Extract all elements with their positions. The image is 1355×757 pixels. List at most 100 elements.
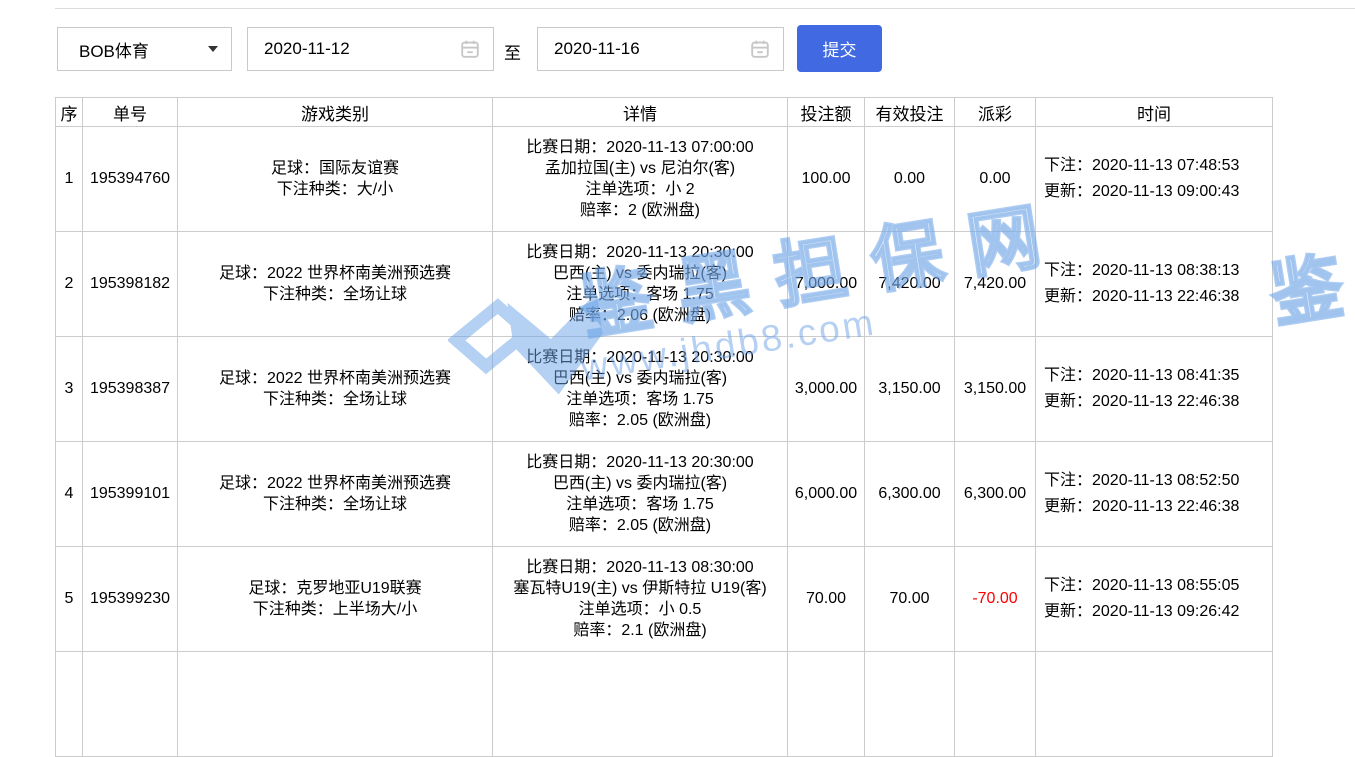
bet-amount: 3,000.00: [788, 337, 865, 442]
bet-details: 比赛日期：2020-11-13 20:30:00 巴西(主) vs 委内瑞拉(客…: [493, 337, 788, 442]
table-row: 2 195398182 足球：2022 世界杯南美洲预选赛 下注种类：全场让球 …: [56, 232, 1273, 337]
payout: 3,150.00: [955, 337, 1036, 442]
time-line: 下注：2020-11-13 08:41:35: [1044, 363, 1272, 389]
detail-line: 比赛日期：2020-11-13 20:30:00: [493, 452, 787, 473]
table-header-row: 序 单号 游戏类别 详情 投注额 有效投注 派彩 时间: [56, 98, 1273, 127]
order-number: 195399101: [83, 442, 178, 547]
game-category: 足球：克罗地亚U19联赛 下注种类：上半场大/小: [178, 547, 493, 652]
game-category: 足球：国际友谊赛 下注种类：大/小: [178, 127, 493, 232]
category-line: 下注种类：全场让球: [178, 284, 492, 305]
detail-line: 比赛日期：2020-11-13 20:30:00: [493, 347, 787, 368]
game-category: 足球：2022 世界杯南美洲预选赛 下注种类：全场让球: [178, 337, 493, 442]
table-row: 1 195394760 足球：国际友谊赛 下注种类：大/小 比赛日期：2020-…: [56, 127, 1273, 232]
category-line: 下注种类：大/小: [178, 179, 492, 200]
order-number: 195398182: [83, 232, 178, 337]
payout: [955, 652, 1036, 757]
detail-line: 比赛日期：2020-11-13 08:30:00: [493, 557, 787, 578]
chevron-down-icon: [208, 46, 218, 52]
bet-details: 比赛日期：2020-11-13 08:30:00 塞瓦特U19(主) vs 伊斯…: [493, 547, 788, 652]
payout: 7,420.00: [955, 232, 1036, 337]
bet-time: 下注：2020-11-13 08:55:05 更新：2020-11-13 09:…: [1036, 547, 1273, 652]
detail-line: 塞瓦特U19(主) vs 伊斯特拉 U19(客): [493, 578, 787, 599]
detail-line: 巴西(主) vs 委内瑞拉(客): [493, 473, 787, 494]
header-bet-amount: 投注额: [788, 98, 865, 127]
bet-amount: 6,000.00: [788, 442, 865, 547]
bet-details: 比赛日期：2020-11-13 20:30:00 巴西(主) vs 委内瑞拉(客…: [493, 442, 788, 547]
bet-time: [1036, 652, 1273, 757]
detail-line: 注单选项：客场 1.75: [493, 494, 787, 515]
top-divider: [55, 8, 1355, 9]
table-row: 4 195399101 足球：2022 世界杯南美洲预选赛 下注种类：全场让球 …: [56, 442, 1273, 547]
game-category: 足球：2022 世界杯南美洲预选赛 下注种类：全场让球: [178, 442, 493, 547]
header-time: 时间: [1036, 98, 1273, 127]
time-line: 更新：2020-11-13 22:46:38: [1044, 494, 1272, 520]
row-index: [56, 652, 83, 757]
row-index: 1: [56, 127, 83, 232]
bet-details: 比赛日期：2020-11-13 07:00:00 孟加拉国(主) vs 尼泊尔(…: [493, 127, 788, 232]
game-category: 足球：2022 世界杯南美洲预选赛 下注种类：全场让球: [178, 232, 493, 337]
date-from-input[interactable]: 2020-11-12: [247, 27, 494, 71]
category-line: 下注种类：全场让球: [178, 494, 492, 515]
detail-line: 注单选项：客场 1.75: [493, 389, 787, 410]
detail-line: 注单选项：小 2: [493, 179, 787, 200]
bet-amount: 7,000.00: [788, 232, 865, 337]
header-payout: 派彩: [955, 98, 1036, 127]
valid-bet: 0.00: [865, 127, 955, 232]
table-row: [56, 652, 1273, 757]
header-index: 序: [56, 98, 83, 127]
bet-amount: [788, 652, 865, 757]
header-game-category: 游戏类别: [178, 98, 493, 127]
date-to-input[interactable]: 2020-11-16: [537, 27, 784, 71]
valid-bet: 3,150.00: [865, 337, 955, 442]
calendar-icon: [459, 38, 481, 60]
platform-select[interactable]: BOB体育: [57, 27, 232, 71]
detail-line: 赔率：2.06 (欧洲盘): [493, 305, 787, 326]
detail-line: 巴西(主) vs 委内瑞拉(客): [493, 368, 787, 389]
date-to-value: 2020-11-16: [554, 39, 640, 59]
order-number: 195399230: [83, 547, 178, 652]
time-line: 更新：2020-11-13 09:00:43: [1044, 179, 1272, 205]
detail-line: 注单选项：小 0.5: [493, 599, 787, 620]
detail-line: 赔率：2 (欧洲盘): [493, 200, 787, 221]
time-line: 下注：2020-11-13 08:38:13: [1044, 258, 1272, 284]
detail-line: 赔率：2.05 (欧洲盘): [493, 515, 787, 536]
platform-select-value: BOB体育: [79, 37, 149, 62]
bet-details: [493, 652, 788, 757]
payout: 0.00: [955, 127, 1036, 232]
game-category: [178, 652, 493, 757]
header-order-no: 单号: [83, 98, 178, 127]
submit-button[interactable]: 提交: [797, 25, 882, 72]
bet-time: 下注：2020-11-13 08:41:35 更新：2020-11-13 22:…: [1036, 337, 1273, 442]
time-line: 下注：2020-11-13 08:55:05: [1044, 573, 1272, 599]
detail-line: 巴西(主) vs 委内瑞拉(客): [493, 263, 787, 284]
bet-time: 下注：2020-11-13 08:52:50 更新：2020-11-13 22:…: [1036, 442, 1273, 547]
date-range-to-label: 至: [504, 39, 521, 64]
category-line: 足球：国际友谊赛: [178, 158, 492, 179]
row-index: 3: [56, 337, 83, 442]
order-number: 195398387: [83, 337, 178, 442]
category-line: 足球：2022 世界杯南美洲预选赛: [178, 368, 492, 389]
row-index: 2: [56, 232, 83, 337]
category-line: 下注种类：上半场大/小: [178, 599, 492, 620]
payout: 6,300.00: [955, 442, 1036, 547]
time-line: 更新：2020-11-13 22:46:38: [1044, 284, 1272, 310]
time-line: 更新：2020-11-13 22:46:38: [1044, 389, 1272, 415]
valid-bet: 7,420.00: [865, 232, 955, 337]
calendar-icon: [749, 38, 771, 60]
order-number: 195394760: [83, 127, 178, 232]
table-row: 3 195398387 足球：2022 世界杯南美洲预选赛 下注种类：全场让球 …: [56, 337, 1273, 442]
bet-time: 下注：2020-11-13 07:48:53 更新：2020-11-13 09:…: [1036, 127, 1273, 232]
time-line: 下注：2020-11-13 07:48:53: [1044, 153, 1272, 179]
valid-bet: [865, 652, 955, 757]
payout: -70.00: [955, 547, 1036, 652]
header-valid-bet: 有效投注: [865, 98, 955, 127]
time-line: 更新：2020-11-13 09:26:42: [1044, 599, 1272, 625]
bet-time: 下注：2020-11-13 08:38:13 更新：2020-11-13 22:…: [1036, 232, 1273, 337]
row-index: 5: [56, 547, 83, 652]
bet-details: 比赛日期：2020-11-13 20:30:00 巴西(主) vs 委内瑞拉(客…: [493, 232, 788, 337]
category-line: 足球：克罗地亚U19联赛: [178, 578, 492, 599]
watermark-site-name: 鉴黑担保网: [1262, 161, 1355, 341]
detail-line: 孟加拉国(主) vs 尼泊尔(客): [493, 158, 787, 179]
date-from-value: 2020-11-12: [264, 39, 350, 59]
order-number: [83, 652, 178, 757]
